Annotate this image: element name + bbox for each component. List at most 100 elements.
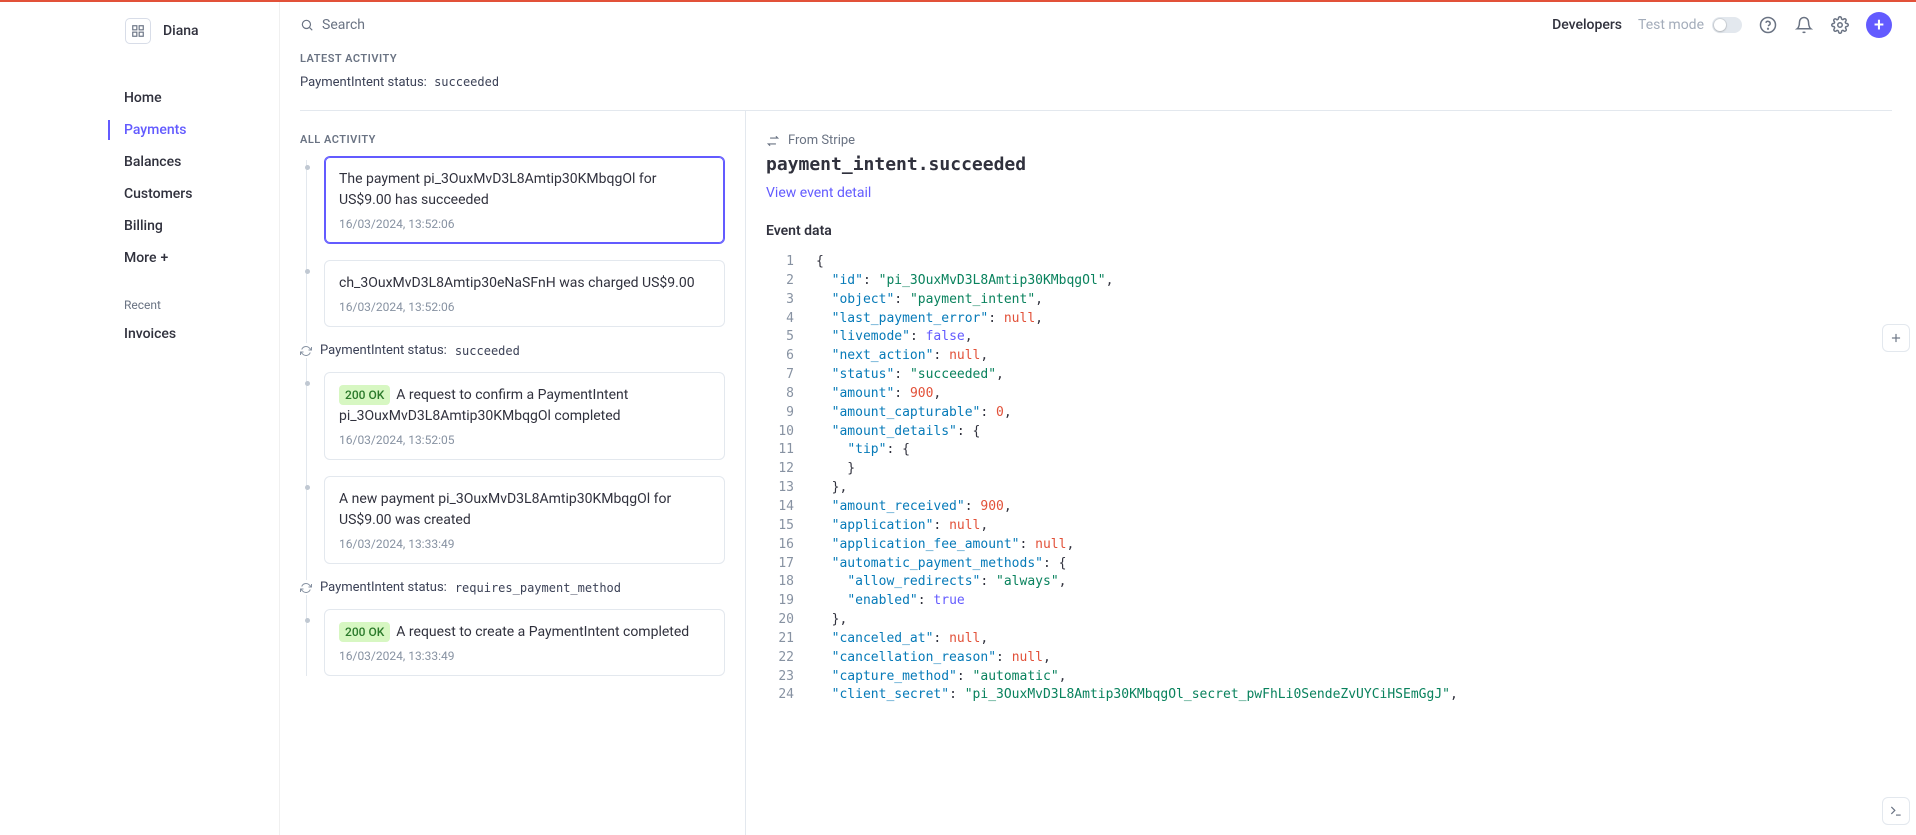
latest-activity-heading: LATEST ACTIVITY: [300, 52, 1892, 65]
activity-text: A new payment pi_3OuxMvD3L8Amtip30KMbqgO…: [339, 489, 710, 531]
code-content: },: [816, 479, 847, 498]
test-mode-label: Test mode: [1638, 17, 1704, 33]
code-content: },: [816, 611, 847, 630]
developers-link[interactable]: Developers: [1552, 17, 1622, 33]
workspace-icon: [125, 18, 151, 44]
line-number: 7: [766, 366, 794, 385]
code-line: 5 "livemode": false,: [766, 328, 1892, 347]
event-data-heading: Event data: [766, 223, 1892, 239]
plus-icon: +: [161, 250, 169, 266]
latest-status-value: succeeded: [434, 75, 499, 89]
line-number: 11: [766, 441, 794, 460]
line-number: 5: [766, 328, 794, 347]
code-content: "tip": {: [816, 441, 910, 460]
activity-text: ch_3OuxMvD3L8Amtip30eNaSFnH was charged …: [339, 273, 710, 294]
nav-payments[interactable]: Payments: [0, 114, 279, 146]
line-number: 9: [766, 404, 794, 423]
status-break-value: requires_payment_method: [455, 581, 621, 595]
code-line: 6 "next_action": null,: [766, 347, 1892, 366]
code-content: "application_fee_amount": null,: [816, 536, 1074, 555]
code-line: 17 "automatic_payment_methods": {: [766, 555, 1892, 574]
activity-time: 16/03/2024, 13:52:06: [339, 217, 710, 231]
line-number: 14: [766, 498, 794, 517]
status-break: PaymentIntent status: succeeded: [300, 343, 725, 358]
line-number: 24: [766, 686, 794, 705]
activity-time: 16/03/2024, 13:52:05: [339, 433, 710, 447]
line-number: 12: [766, 460, 794, 479]
refresh-icon: [300, 345, 312, 357]
nav-customers[interactable]: Customers: [0, 178, 279, 210]
event-name: payment_intent.succeeded: [766, 154, 1892, 175]
search-input[interactable]: Search: [300, 17, 365, 33]
activity-card[interactable]: 200 OKA request to create a PaymentInten…: [324, 609, 725, 676]
side-panel-toggle[interactable]: [1882, 324, 1910, 352]
event-source-label: From Stripe: [788, 133, 855, 148]
notifications-icon[interactable]: [1794, 15, 1814, 35]
view-event-detail-link[interactable]: View event detail: [766, 185, 1892, 201]
nav-more[interactable]: More +: [0, 242, 279, 274]
code-content: "application": null,: [816, 517, 988, 536]
activity-text: 200 OKA request to confirm a PaymentInte…: [339, 385, 710, 427]
code-content: "id": "pi_3OuxMvD3L8Amtip30KMbqgOl",: [816, 272, 1113, 291]
line-number: 6: [766, 347, 794, 366]
code-content: "client_secret": "pi_3OuxMvD3L8Amtip30KM…: [816, 686, 1458, 705]
line-number: 19: [766, 592, 794, 611]
line-number: 16: [766, 536, 794, 555]
nav-recent-label: Recent: [0, 274, 279, 318]
code-line: 1{: [766, 253, 1892, 272]
code-content: "canceled_at": null,: [816, 630, 988, 649]
activity-time: 16/03/2024, 13:33:49: [339, 649, 710, 663]
nav-home[interactable]: Home: [0, 82, 279, 114]
line-number: 23: [766, 668, 794, 687]
activity-card[interactable]: The payment pi_3OuxMvD3L8Amtip30KMbqgOl …: [324, 156, 725, 244]
line-number: 10: [766, 423, 794, 442]
line-number: 15: [766, 517, 794, 536]
code-content: "cancellation_reason": null,: [816, 649, 1051, 668]
line-number: 2: [766, 272, 794, 291]
code-line: 18 "allow_redirects": "always",: [766, 573, 1892, 592]
activity-text: 200 OKA request to create a PaymentInten…: [339, 622, 710, 643]
code-line: 20 },: [766, 611, 1892, 630]
code-line: 7 "status": "succeeded",: [766, 366, 1892, 385]
code-content: }: [816, 460, 855, 479]
activity-card[interactable]: 200 OKA request to confirm a PaymentInte…: [324, 372, 725, 460]
test-mode-toggle[interactable]: Test mode: [1638, 17, 1742, 33]
code-line: 13 },: [766, 479, 1892, 498]
workspace-switcher[interactable]: Diana: [0, 12, 279, 64]
latest-status: PaymentIntent status: succeeded: [300, 75, 1892, 90]
activity-text: The payment pi_3OuxMvD3L8Amtip30KMbqgOl …: [339, 169, 710, 211]
workspace-name: Diana: [163, 23, 199, 39]
code-content: "capture_method": "automatic",: [816, 668, 1066, 687]
nav-billing[interactable]: Billing: [0, 210, 279, 242]
status-badge: 200 OK: [339, 385, 390, 405]
latest-status-label: PaymentIntent status:: [300, 75, 427, 90]
activity-card[interactable]: A new payment pi_3OuxMvD3L8Amtip30KMbqgO…: [324, 476, 725, 564]
activity-card[interactable]: ch_3OuxMvD3L8Amtip30eNaSFnH was charged …: [324, 260, 725, 327]
toggle-switch[interactable]: [1712, 17, 1742, 33]
line-number: 20: [766, 611, 794, 630]
code-line: 4 "last_payment_error": null,: [766, 310, 1892, 329]
activity-time: 16/03/2024, 13:52:06: [339, 300, 710, 314]
code-line: 15 "application": null,: [766, 517, 1892, 536]
code-content: "next_action": null,: [816, 347, 988, 366]
create-button[interactable]: +: [1866, 12, 1892, 38]
transfer-icon: [766, 134, 780, 148]
line-number: 13: [766, 479, 794, 498]
nav-balances[interactable]: Balances: [0, 146, 279, 178]
code-content: "status": "succeeded",: [816, 366, 1004, 385]
help-icon[interactable]: [1758, 15, 1778, 35]
code-content: "amount_details": {: [816, 423, 980, 442]
gear-icon[interactable]: [1830, 15, 1850, 35]
search-icon: [300, 18, 314, 32]
refresh-icon: [300, 582, 312, 594]
nav-invoices[interactable]: Invoices: [0, 318, 279, 350]
line-number: 1: [766, 253, 794, 272]
console-toggle[interactable]: [1882, 797, 1910, 825]
code-line: 22 "cancellation_reason": null,: [766, 649, 1892, 668]
code-content: "amount": 900,: [816, 385, 941, 404]
code-line: 21 "canceled_at": null,: [766, 630, 1892, 649]
line-number: 17: [766, 555, 794, 574]
code-line: 8 "amount": 900,: [766, 385, 1892, 404]
code-line: 2 "id": "pi_3OuxMvD3L8Amtip30KMbqgOl",: [766, 272, 1892, 291]
event-json-viewer[interactable]: 1{2 "id": "pi_3OuxMvD3L8Amtip30KMbqgOl",…: [766, 253, 1892, 835]
